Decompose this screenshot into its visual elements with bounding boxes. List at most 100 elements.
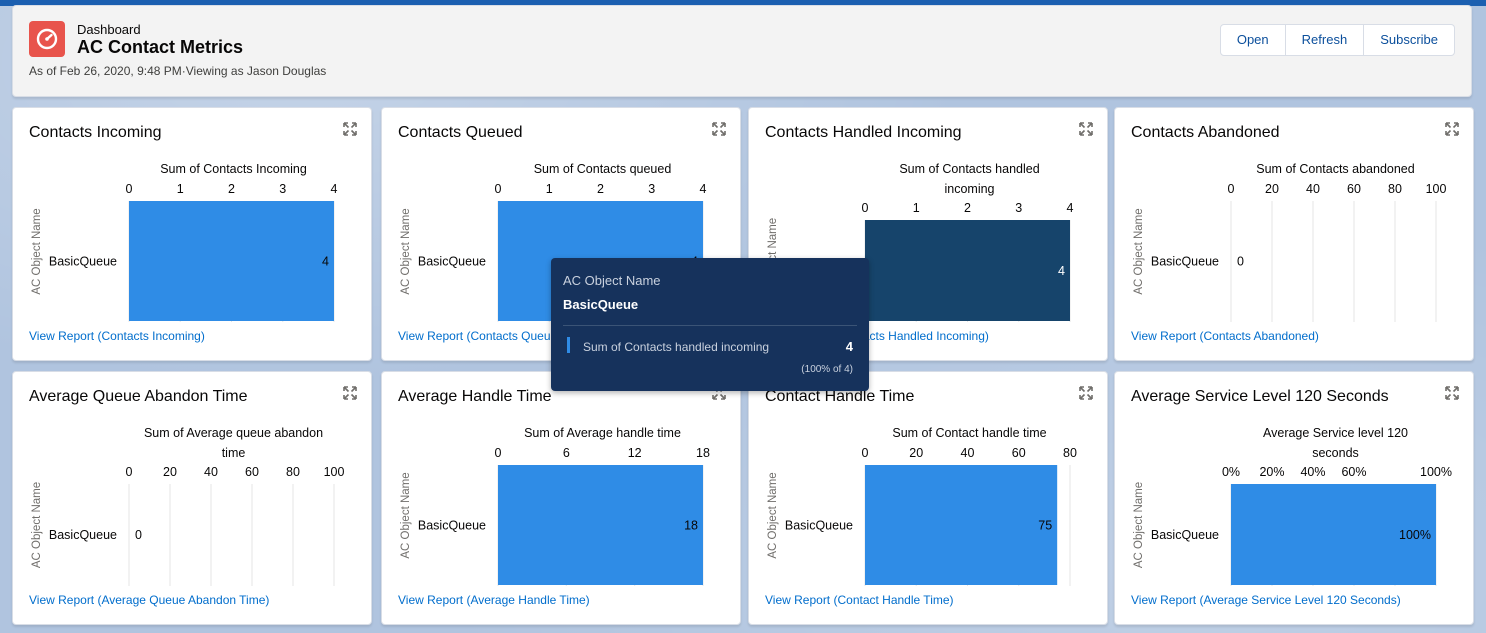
view-report-link[interactable]: View Report (Contact Handle Time) <box>765 593 954 607</box>
view-report-link[interactable]: View Report (Average Service Level 120 S… <box>1131 593 1401 607</box>
tooltip-measure-value: 4 <box>845 339 853 354</box>
tick-label: 20% <box>1259 465 1284 479</box>
widget-card-contact-handle-time: Contact Handle Time Sum of Contact handl… <box>748 371 1108 625</box>
tick-label: 2 <box>228 182 235 196</box>
bar-chart: Sum of Average handle time AC Object Name… <box>382 412 742 592</box>
tick-label: 0 <box>126 465 133 479</box>
category-label: BasicQueue <box>418 519 486 533</box>
refresh-button[interactable]: Refresh <box>1285 24 1365 56</box>
tick-label: 4 <box>331 182 338 196</box>
tooltip-label: AC Object Name <box>563 273 661 288</box>
chart-svg: Sum of Average queue abandon time AC Objec… <box>31 426 344 586</box>
tick-label: 6 <box>563 446 570 460</box>
tick-label: 18 <box>696 446 710 460</box>
tick-label: 60 <box>1012 446 1026 460</box>
category-label: BasicQueue <box>49 528 117 542</box>
tick-label: 20 <box>909 446 923 460</box>
header-button-group: Open Refresh Subscribe <box>1219 24 1455 56</box>
widget-card-average-queue-abandon-time: Average Queue Abandon Time Sum of Averag… <box>12 371 372 625</box>
tooltip-measure: Sum of Contacts handled incoming <box>583 340 770 354</box>
widget-card-contacts-abandoned: Contacts Abandoned Sum of Contacts aband… <box>1114 107 1474 361</box>
expand-icon[interactable] <box>343 122 357 136</box>
widget-title: Contacts Queued <box>398 124 523 141</box>
bar <box>129 201 334 321</box>
tooltip-value: BasicQueue <box>563 297 639 312</box>
widget-card-contacts-incoming: Contacts Incoming Sum of Contacts Incomi… <box>12 107 372 361</box>
header-meta: As of Feb 26, 2020, 9:48 PM·Viewing as J… <box>29 64 327 78</box>
axis-title: seconds <box>1312 446 1359 460</box>
y-axis-label: AC Object Name <box>31 208 43 294</box>
expand-icon[interactable] <box>343 386 357 400</box>
data-label: 0 <box>135 528 142 542</box>
bar <box>865 220 1070 321</box>
tick-label: 3 <box>1015 201 1022 215</box>
tooltip-divider <box>563 325 857 326</box>
bar-chart: Sum of Contacts abandoned AC Object Name 0… <box>1115 148 1475 328</box>
expand-icon[interactable] <box>1445 122 1459 136</box>
y-axis-label: AC Object Name <box>31 482 43 568</box>
y-axis-label: AC Object Name <box>1133 482 1145 568</box>
tick-label: 60 <box>1347 182 1361 196</box>
category-label: BasicQueue <box>418 255 486 269</box>
view-report-link[interactable]: View Report (Contacts Incoming) <box>29 329 205 343</box>
view-report-link[interactable]: View Report (Average Queue Abandon Time) <box>29 593 269 607</box>
tick-label: 4 <box>700 182 707 196</box>
bar-chart: Average Service level 120 seconds AC Objec… <box>1115 412 1475 592</box>
tick-label: 100% <box>1420 465 1452 479</box>
tick-label: 40 <box>1306 182 1320 196</box>
axis-title: incoming <box>944 182 994 196</box>
tick-label: 2 <box>597 182 604 196</box>
tick-label: 80 <box>1063 446 1077 460</box>
dashboard-header: Dashboard AC Contact Metrics As of Feb 2… <box>12 5 1472 97</box>
chart-svg: Sum of Contacts abandoned AC Object Name 0… <box>1133 162 1446 322</box>
page-title: AC Contact Metrics <box>77 37 244 57</box>
tooltip-color-swatch <box>567 337 570 353</box>
y-axis-label: AC Object Name <box>400 472 412 558</box>
tick-label: 60 <box>245 465 259 479</box>
expand-icon[interactable] <box>1445 386 1459 400</box>
tick-label: 2 <box>964 201 971 215</box>
expand-icon[interactable] <box>712 122 726 136</box>
dashboard-gauge-icon <box>29 21 65 57</box>
chart-svg: Average Service level 120 seconds AC Objec… <box>1133 426 1452 586</box>
category-label: BasicQueue <box>1151 255 1219 269</box>
tick-label: 12 <box>628 446 642 460</box>
bar-chart: Sum of Contacts Incoming AC Object Name 0 1… <box>13 148 373 328</box>
chart-svg: Sum of Contacts Incoming AC Object Name 0 1… <box>31 162 338 322</box>
tick-label: 0 <box>862 446 869 460</box>
tick-label: 0 <box>126 182 133 196</box>
tick-label: 40% <box>1300 465 1325 479</box>
y-axis-label: AC Object Name <box>767 472 779 558</box>
tick-label: 60% <box>1341 465 1366 479</box>
chart-svg: Sum of Average handle time AC Object Name… <box>400 426 710 586</box>
axis-title: Sum of Contact handle time <box>892 426 1046 440</box>
tick-label: 20 <box>163 465 177 479</box>
data-label: 100% <box>1399 528 1431 542</box>
expand-icon[interactable] <box>1079 386 1093 400</box>
tick-label: 40 <box>961 446 975 460</box>
tick-label: 0% <box>1222 465 1240 479</box>
bar-chart: Sum of Average queue abandon time AC Objec… <box>13 412 373 592</box>
data-label: 0 <box>1237 255 1244 269</box>
tick-label: 80 <box>286 465 300 479</box>
widget-title: Average Queue Abandon Time <box>29 388 248 405</box>
view-report-link[interactable]: View Report (Contacts Queued) <box>398 329 568 343</box>
tick-label: 1 <box>913 201 920 215</box>
chart-tooltip: AC Object Name BasicQueue Sum of Contact… <box>551 258 869 391</box>
view-report-link[interactable]: View Report (Average Handle Time) <box>398 593 590 607</box>
view-report-link[interactable]: View Report (Contacts Abandoned) <box>1131 329 1319 343</box>
subscribe-button[interactable]: Subscribe <box>1364 24 1455 56</box>
y-axis-label: AC Object Name <box>400 208 412 294</box>
open-button[interactable]: Open <box>1219 24 1286 56</box>
tick-label: 0 <box>495 446 502 460</box>
tick-label: 1 <box>177 182 184 196</box>
category-label: BasicQueue <box>785 519 853 533</box>
bar-chart: Sum of Contact handle time AC Object Name… <box>749 412 1109 592</box>
axis-title: Sum of Contacts Incoming <box>160 162 307 176</box>
tick-label: 1 <box>546 182 553 196</box>
expand-icon[interactable] <box>1079 122 1093 136</box>
axis-title: Average Service level 120 <box>1263 426 1408 440</box>
tick-label: 0 <box>495 182 502 196</box>
data-label: 4 <box>322 255 329 269</box>
tick-label: 0 <box>862 201 869 215</box>
